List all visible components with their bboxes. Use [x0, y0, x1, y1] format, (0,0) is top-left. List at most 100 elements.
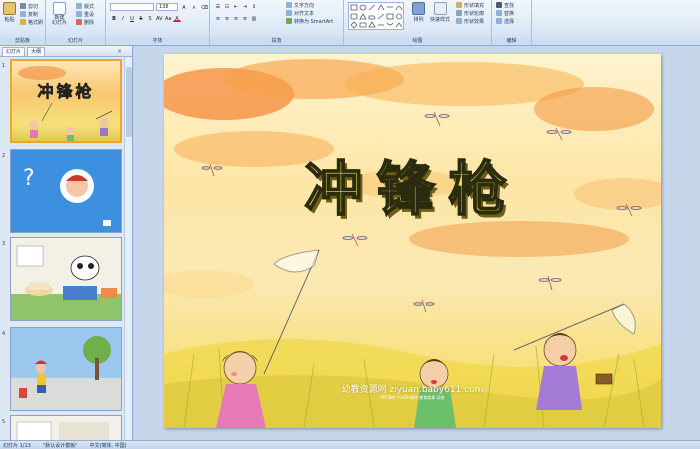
- slide-counter: 幻灯片 1/13: [3, 442, 31, 449]
- thumb3-art: [11, 238, 121, 320]
- shape-fill-button[interactable]: 形状填充: [456, 1, 484, 9]
- new-slide-icon: [53, 2, 66, 15]
- thumb4-art: [11, 328, 121, 410]
- paragraph-group: ☰ ☷ ⇤ ⇥ ↕ ≡ ≡ ≡ ≡ ▥ 文字方向 对齐文本 转换为 SmartA…: [210, 0, 344, 46]
- paragraph-label: 段落: [210, 38, 343, 45]
- shape-effects-button[interactable]: 形状效果: [456, 17, 484, 25]
- paste-icon: [3, 2, 16, 15]
- align-center-icon[interactable]: ≡: [223, 15, 231, 22]
- paint-bucket-icon: [456, 2, 462, 8]
- theme-name: "默认设计模板": [42, 442, 78, 449]
- watermark-subtext: PPT课件 FLASH课件 教育故事 试卷: [380, 395, 445, 400]
- ribbon: 粘贴 剪切 复制 格式刷 剪贴板 新建 幻灯片 版式 重设 删除 幻灯片 138…: [0, 0, 700, 46]
- slide-number: 1: [2, 63, 6, 69]
- close-icon[interactable]: ×: [117, 48, 122, 55]
- quick-styles-icon: [433, 2, 447, 15]
- slide-thumbnail-pane: 幻灯片 大纲 × 1 冲锋枪 2 ? 3 4 5: [0, 46, 133, 445]
- slide-thumbnail-2[interactable]: ?: [10, 149, 122, 233]
- slide-editor-canvas: 冲锋枪 幼教资源网 ziyuan.baby611.com PPT课件 FLASH…: [134, 46, 700, 440]
- numbering-icon[interactable]: ☷: [223, 3, 231, 10]
- shadow-icon[interactable]: S: [146, 15, 154, 22]
- drawing-group: 排列 快速样式 形状填充 形状轮廓 形状效果 绘图: [344, 0, 492, 46]
- pen-icon: [456, 10, 462, 16]
- replace-button[interactable]: 替换: [496, 9, 514, 17]
- slide-thumbnail-3[interactable]: [10, 237, 122, 321]
- layout-button[interactable]: 版式: [76, 2, 94, 10]
- effects-icon: [456, 18, 462, 24]
- shrink-font-icon[interactable]: A: [190, 4, 198, 11]
- font-size-input[interactable]: 138: [156, 3, 178, 11]
- slide-number: 3: [2, 241, 6, 247]
- align-text-icon: [286, 10, 292, 16]
- find-button[interactable]: 查找: [496, 1, 514, 9]
- watermark-text: 幼教资源网 ziyuan.baby611.com: [341, 385, 484, 395]
- clear-format-icon[interactable]: ⌫: [200, 4, 208, 11]
- slide-title[interactable]: 冲锋枪: [164, 142, 661, 226]
- font-color-icon[interactable]: A: [173, 15, 181, 22]
- decrease-indent-icon[interactable]: ⇤: [232, 3, 240, 10]
- current-slide[interactable]: 冲锋枪 幼教资源网 ziyuan.baby611.com PPT课件 FLASH…: [164, 54, 661, 428]
- editing-group: 查找 替换 选择 编辑: [492, 0, 532, 46]
- delete-slide-button[interactable]: 删除: [76, 18, 94, 26]
- slide-number: 2: [2, 153, 6, 159]
- slides-group: 新建 幻灯片 版式 重设 删除 幻灯片: [46, 0, 106, 46]
- reset-button[interactable]: 重设: [76, 10, 94, 18]
- cut-button[interactable]: 剪切: [20, 2, 43, 10]
- font-group: 138 A A ⌫ B I U S S AV Aa A 字体: [106, 0, 210, 46]
- status-bar: 幻灯片 1/13 "默认设计模板" 中文(简体, 中国): [0, 440, 700, 449]
- slide-thumbnail-4[interactable]: [10, 327, 122, 411]
- italic-icon[interactable]: I: [119, 15, 127, 22]
- strikethrough-icon[interactable]: S: [137, 15, 145, 22]
- editing-label: 编辑: [492, 38, 531, 45]
- align-left-icon[interactable]: ≡: [214, 15, 222, 22]
- quick-styles-button[interactable]: 快速样式: [430, 2, 450, 23]
- align-text-button[interactable]: 对齐文本: [286, 9, 333, 17]
- tab-slides[interactable]: 幻灯片: [2, 46, 26, 56]
- bold-icon[interactable]: B: [110, 15, 118, 22]
- increase-indent-icon[interactable]: ⇥: [241, 3, 249, 10]
- copy-button[interactable]: 复制: [20, 10, 43, 18]
- smartart-icon: [286, 18, 292, 24]
- language-indicator[interactable]: 中文(简体, 中国): [89, 442, 126, 449]
- new-slide-button[interactable]: 新建 幻灯片: [52, 2, 67, 26]
- brush-icon: [20, 19, 26, 25]
- copy-icon: [20, 11, 26, 17]
- text-direction-button[interactable]: 文字方向: [286, 1, 333, 9]
- slide-thumbnail-1[interactable]: 冲锋枪: [10, 59, 122, 143]
- shapes-gallery-icons: [350, 4, 403, 29]
- line-spacing-icon[interactable]: ↕: [250, 3, 258, 10]
- arrange-icon: [412, 2, 425, 15]
- slides-label: 幻灯片: [46, 38, 105, 45]
- char-spacing-icon[interactable]: AV: [155, 15, 163, 22]
- replace-icon: [496, 10, 502, 16]
- pane-tabs: 幻灯片 大纲: [0, 46, 132, 57]
- arrange-button[interactable]: 排列: [412, 2, 425, 23]
- paste-button[interactable]: 粘贴: [3, 2, 16, 23]
- bullets-icon[interactable]: ☰: [214, 3, 222, 10]
- justify-icon[interactable]: ≡: [241, 15, 249, 22]
- shape-outline-button[interactable]: 形状轮廓: [456, 9, 484, 17]
- reset-icon: [76, 11, 82, 17]
- scissors-icon: [20, 3, 26, 9]
- format-painter-button[interactable]: 格式刷: [20, 18, 43, 26]
- align-right-icon[interactable]: ≡: [232, 15, 240, 22]
- cursor-icon: [496, 18, 502, 24]
- change-case-icon[interactable]: Aa: [164, 15, 172, 22]
- thumb2-art: [60, 169, 111, 226]
- clipboard-label: 剪贴板: [0, 38, 45, 45]
- slide-number: 4: [2, 331, 6, 337]
- select-button[interactable]: 选择: [496, 17, 514, 25]
- slide-number: 5: [2, 419, 6, 425]
- grow-font-icon[interactable]: A: [180, 4, 188, 11]
- columns-icon[interactable]: ▥: [250, 15, 258, 22]
- delete-icon: [76, 19, 82, 25]
- shapes-gallery[interactable]: [348, 2, 404, 30]
- text-direction-icon: [286, 2, 292, 8]
- thumbnail-scrollbar[interactable]: [124, 57, 132, 440]
- font-name-input[interactable]: [110, 3, 154, 11]
- layout-icon: [76, 3, 82, 9]
- scrollbar-thumb[interactable]: [126, 67, 132, 137]
- underline-icon[interactable]: U: [128, 15, 136, 22]
- smartart-button[interactable]: 转换为 SmartArt: [286, 17, 333, 25]
- tab-outline[interactable]: 大纲: [27, 46, 46, 56]
